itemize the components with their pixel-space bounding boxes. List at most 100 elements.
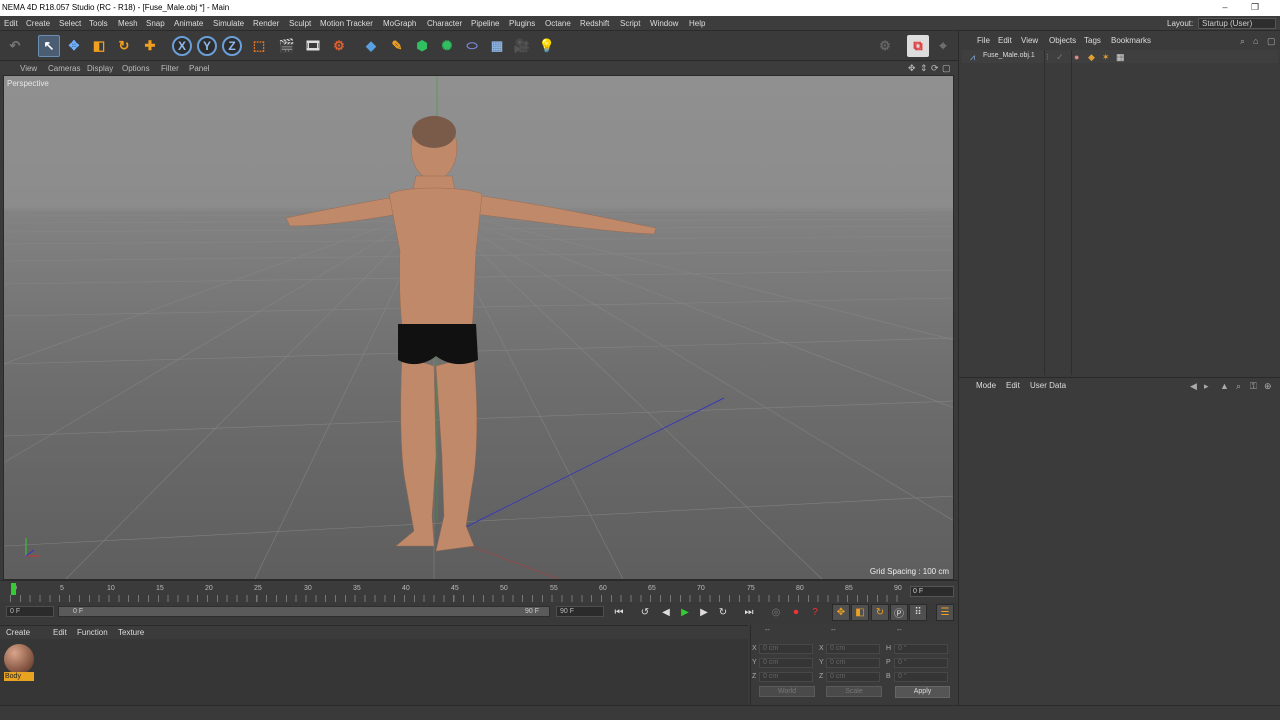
size-y-field[interactable]: 0 cm (826, 658, 880, 668)
menu-motion-tracker[interactable]: Motion Tracker (320, 16, 373, 31)
current-frame-field[interactable]: 0 F (910, 586, 954, 597)
viewport-rotate-icon[interactable]: ⟳ (931, 62, 939, 75)
menu-script[interactable]: Script (620, 16, 640, 31)
perspective-viewport[interactable]: Perspective Grid Spacing : 100 cm (3, 75, 954, 580)
attributes-menu-edit[interactable]: Edit (1006, 380, 1020, 392)
pos-z-field[interactable]: 0 cm (759, 672, 813, 682)
objects-menu-view[interactable]: View (1021, 35, 1038, 47)
attributes-up-icon[interactable]: ▲ (1220, 380, 1229, 392)
menu-window[interactable]: Window (650, 16, 678, 31)
start-frame-field[interactable]: 0 F (6, 606, 54, 617)
material-menu-texture[interactable]: Texture (118, 626, 144, 640)
menu-help[interactable]: Help (689, 16, 705, 31)
viewport-zoom-icon[interactable]: ⇕ (920, 62, 928, 75)
render-settings-icon[interactable]: ⚙ (328, 35, 350, 57)
pos-y-field[interactable]: 0 cm (759, 658, 813, 668)
scale-tool-icon[interactable]: ◧ (88, 35, 110, 57)
timeline-window-icon[interactable]: ☰ (936, 604, 954, 621)
objects-search-icon[interactable]: ⌕ (1240, 35, 1245, 47)
visibility-dots-icon[interactable]: ⁝ (1046, 51, 1049, 63)
move-tool-icon[interactable]: ✥ (63, 35, 85, 57)
material-label-body[interactable]: Body (4, 672, 34, 681)
menu-mesh[interactable]: Mesh (118, 16, 138, 31)
key-rotation-icon[interactable]: ↻ (871, 604, 889, 621)
frame-range-slider[interactable]: 0 F 90 F (58, 606, 550, 617)
previous-frame-icon[interactable]: ◀ (657, 604, 675, 621)
go-to-start-icon[interactable]: ⏮ (610, 604, 628, 621)
pen-spline-icon[interactable]: ✎ (386, 35, 408, 57)
attributes-new-icon[interactable]: ⊕ (1264, 380, 1272, 392)
minimize-button[interactable]: – (1210, 0, 1240, 16)
texture-tag-icon[interactable]: ◆ (1088, 51, 1095, 63)
menu-character[interactable]: Character (427, 16, 462, 31)
viewport-menu-filter[interactable]: Filter (161, 62, 179, 75)
motion-record-icon[interactable]: ◎ (767, 604, 785, 621)
render-view-icon[interactable]: 🎬 (276, 35, 298, 57)
next-frame-icon[interactable]: ▶ (695, 604, 713, 621)
menu-select[interactable]: Select (59, 16, 81, 31)
objects-menu-edit[interactable]: Edit (998, 35, 1012, 47)
key-pla-icon[interactable]: ⠿ (909, 604, 927, 621)
viewport-maximize-icon[interactable]: ▢ (942, 62, 951, 75)
attributes-menu-mode[interactable]: Mode (976, 380, 996, 392)
render-picture-viewer-icon[interactable]: 🎞 (302, 35, 324, 57)
add-object-icon[interactable]: ✚ (139, 35, 161, 57)
menu-edit[interactable]: Edit (4, 16, 18, 31)
rot-b-field[interactable]: 0 ° (894, 672, 948, 682)
live-selection-icon[interactable]: ↖ (38, 35, 60, 57)
menu-plugins[interactable]: Plugins (509, 16, 535, 31)
material-menu-function[interactable]: Function (77, 626, 108, 640)
subdivision-icon[interactable]: ⬢ (411, 35, 433, 57)
rot-h-field[interactable]: 0 ° (894, 644, 948, 654)
deformer-icon[interactable]: ⬭ (461, 35, 483, 57)
menu-pipeline[interactable]: Pipeline (471, 16, 499, 31)
menu-sculpt[interactable]: Sculpt (289, 16, 311, 31)
floor-icon[interactable]: ▦ (486, 35, 508, 57)
y-axis-lock-button[interactable]: Y (197, 36, 217, 56)
enable-check-icon[interactable]: ✓ (1056, 51, 1064, 63)
menu-tools[interactable]: Tools (89, 16, 108, 31)
snap-enable-icon[interactable]: ⧉ (907, 35, 929, 57)
attributes-back-icon[interactable]: ◀ (1190, 380, 1197, 392)
next-key-icon[interactable]: ↻ (714, 604, 732, 621)
object-name-fuse-male[interactable]: Fuse_Male.obj.1 (983, 52, 1035, 59)
menu-simulate[interactable]: Simulate (213, 16, 244, 31)
attributes-forward-icon[interactable]: ▸ (1204, 380, 1209, 392)
cube-icon[interactable]: ◆ (360, 35, 382, 57)
attributes-search-icon[interactable]: ⌕ (1236, 380, 1241, 392)
menu-octane[interactable]: Octane (545, 16, 571, 31)
menu-snap[interactable]: Snap (146, 16, 165, 31)
material-preview-body[interactable] (4, 644, 34, 674)
layout-dropdown[interactable]: Startup (User) (1198, 18, 1276, 29)
timeline-playhead[interactable] (11, 583, 16, 595)
apply-button[interactable]: Apply (895, 686, 950, 698)
selection-tag-icon[interactable]: ▦ (1116, 51, 1125, 63)
light-icon[interactable]: 💡 (536, 35, 558, 57)
viewport-move-icon[interactable]: ✥ (908, 62, 916, 75)
objects-menu-bookmarks[interactable]: Bookmarks (1111, 35, 1151, 47)
z-axis-lock-button[interactable]: Z (222, 36, 242, 56)
objects-home-icon[interactable]: ⌂ (1253, 35, 1258, 47)
play-icon[interactable]: ▶ (676, 604, 694, 621)
menu-mograph[interactable]: MoGraph (383, 16, 416, 31)
viewport-menu-panel[interactable]: Panel (189, 62, 209, 75)
menu-render[interactable]: Render (253, 16, 279, 31)
coordinate-system-dropdown[interactable]: World (759, 686, 815, 697)
menu-create[interactable]: Create (26, 16, 50, 31)
viewport-menu-cameras[interactable]: Cameras (48, 62, 80, 75)
rot-p-field[interactable]: 0 ° (894, 658, 948, 668)
camera-icon[interactable]: 🎥 (511, 35, 533, 57)
material-menu-edit[interactable]: Edit (53, 626, 67, 640)
objects-menu-file[interactable]: File (977, 35, 990, 47)
size-x-field[interactable]: 0 cm (826, 644, 880, 654)
cloner-icon[interactable]: ✺ (436, 35, 458, 57)
restore-button[interactable]: ❐ (1240, 0, 1270, 16)
psr-lock-icon[interactable]: ⌖ (932, 35, 954, 57)
key-position-icon[interactable]: ✥ (832, 604, 850, 621)
timeline-ruler[interactable]: 0 5 10 15 20 25 30 35 40 45 50 55 60 65 … (0, 580, 958, 603)
material-menu-create[interactable]: Create (6, 626, 30, 640)
previous-key-icon[interactable]: ↺ (636, 604, 654, 621)
end-frame-field[interactable]: 90 F (556, 606, 604, 617)
size-z-field[interactable]: 0 cm (826, 672, 880, 682)
objects-new-view-icon[interactable]: ▢ (1267, 35, 1276, 47)
